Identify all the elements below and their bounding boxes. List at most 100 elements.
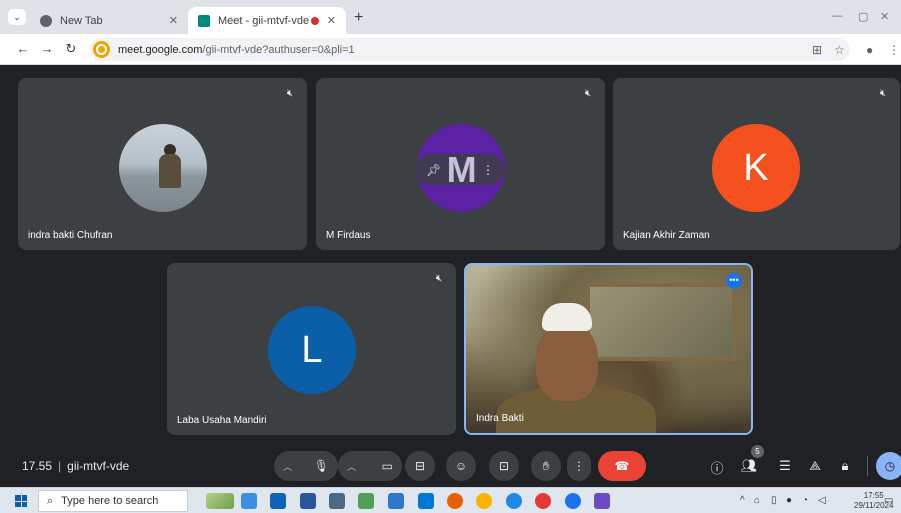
minimize-icon[interactable]: — [832, 10, 843, 22]
present-button[interactable]: ⊡ [489, 451, 519, 481]
control-divider [867, 456, 868, 476]
more-options-button[interactable]: ⋮ [567, 451, 591, 481]
edge-icon[interactable] [506, 493, 522, 509]
tab-meet[interactable]: Meet - gii-mtvf-vde ✕ [188, 7, 346, 34]
camera-video-feed [466, 265, 751, 433]
tray-overflow-icon[interactable]: ^ [740, 495, 745, 506]
participant-tile-indra-bakti-chufran[interactable]: 🔇︎ indra bakti Chufran [18, 78, 307, 250]
bookmark-star-icon[interactable]: ☆ [834, 43, 845, 57]
word-icon[interactable] [300, 493, 316, 509]
tile-more-options-icon[interactable]: ••• [726, 273, 742, 289]
avatar-initial-letter: L [301, 328, 323, 371]
leave-call-button[interactable]: ☎︎ [598, 451, 646, 481]
participant-tile-indra-bakti-video[interactable]: ••• Indra Bakti [464, 263, 753, 435]
hand-icon: ✋︎ [542, 458, 550, 473]
close-window-icon[interactable]: ✕ [880, 10, 889, 23]
volume-tray-icon[interactable]: ◁ [818, 495, 826, 506]
taskbar-search[interactable]: ⌕ [38, 490, 188, 512]
camera-app-icon[interactable] [329, 493, 345, 509]
photos-icon[interactable] [358, 493, 374, 509]
opera-icon[interactable] [535, 493, 551, 509]
avatar-initial: K [712, 124, 800, 212]
firefox-icon[interactable] [447, 493, 463, 509]
more-options-icon[interactable]: ⋮ [482, 163, 494, 177]
wifi-tray-icon[interactable]: ◔ [802, 495, 808, 506]
host-controls-icon[interactable]: 🔒︎ [836, 458, 854, 474]
weather-widget-icon[interactable] [206, 493, 234, 509]
forward-icon[interactable]: → [38, 41, 56, 56]
avatar-initial: L [268, 306, 356, 394]
app-pinned-icon[interactable] [594, 493, 610, 509]
mic-off-icon: 🔇︎ [584, 88, 592, 99]
outlook-icon[interactable] [418, 493, 434, 509]
tab-new-tab[interactable]: New Tab ✕ [30, 7, 188, 34]
file-explorer-icon[interactable] [388, 493, 404, 509]
participant-name: M Firdaus [326, 230, 371, 241]
raise-hand-button[interactable]: ✋︎ [531, 451, 561, 481]
meeting-time: 17.55 [22, 459, 53, 473]
avatar-photo [119, 124, 207, 212]
recording-indicator-icon [310, 16, 319, 25]
pin-icon[interactable]: 📌︎ [426, 163, 441, 177]
address-bar[interactable]: meet.google.com/gii-mtvf-vde?authuser=0&… [90, 38, 850, 61]
activities-icon[interactable]: ⟁ [806, 458, 824, 474]
mic-off-icon: 🔇︎ [286, 88, 294, 99]
present-screen-icon: ⊡ [498, 459, 510, 473]
separator: | [58, 459, 62, 473]
meeting-control-bar: 17.55 | gii-mtvf-vde ︿ 🎙︎ ︿ ▭ ⊟ ☺ ⊡ ✋︎ ⋮ ☎… [0, 445, 901, 482]
windows-start-icon[interactable] [15, 495, 27, 507]
close-tab-icon[interactable]: ✕ [327, 14, 336, 27]
mic-tray-icon[interactable]: ● [786, 495, 792, 506]
camera-icon[interactable]: ▭ [382, 459, 393, 473]
maximize-icon[interactable]: ▢ [858, 10, 868, 23]
avatar-initial-letter: K [743, 146, 769, 189]
participant-tile-m-firdaus[interactable]: 📌︎ M ⋮ 🔇︎ M Firdaus [316, 78, 605, 250]
back-icon[interactable]: ← [14, 41, 32, 56]
store-icon[interactable] [270, 493, 286, 509]
participant-tile-kajian-akhir-zaman[interactable]: K 🔇︎ Kajian Akhir Zaman [613, 78, 900, 250]
menu-kebab-icon[interactable]: ⋮ [888, 43, 900, 57]
captions-button[interactable]: ⊟ [405, 451, 435, 481]
tab-search-icon[interactable]: ⌄ [8, 9, 26, 25]
url-host: meet.google.com [118, 43, 203, 56]
microphone-icon[interactable]: 🎙︎ [314, 459, 329, 473]
site-info-icon[interactable] [93, 41, 110, 58]
browser-toolbar: ← → ↻ meet.google.com/gii-mtvf-vde?authu… [0, 34, 901, 65]
tab-title: Meet - gii-mtvf-vde [218, 14, 310, 27]
reload-icon[interactable]: ↻ [62, 41, 80, 57]
network-tray-icon[interactable]: ⌂ [754, 495, 760, 506]
video-person-cap [542, 303, 592, 331]
timer-button[interactable]: ◷ [876, 452, 901, 480]
chrome-taskbar-icon[interactable] [476, 493, 492, 509]
tile-hover-controls[interactable]: 📌︎ M ⋮ [416, 149, 504, 190]
reactions-button[interactable]: ☺ [446, 451, 476, 481]
copilot-icon[interactable] [241, 493, 257, 509]
meet-icon [198, 14, 210, 27]
chrome-active-icon[interactable] [565, 493, 581, 509]
participant-tile-laba-usaha-mandiri[interactable]: L 🔇︎ Laba Usaha Mandiri [167, 263, 456, 435]
chrome-icon [40, 14, 52, 27]
photo-person-body [159, 154, 181, 188]
people-icon[interactable]: 👥︎ [740, 458, 758, 474]
windows-taskbar: ⌕ ^ ⌂ ▯ ● ◔ ◁ 17:55 29/11/2024 ▭ [0, 487, 901, 513]
notifications-icon[interactable]: ▭ [884, 495, 893, 506]
video-settings-chevron-icon[interactable]: ︿ [347, 460, 356, 473]
chat-icon[interactable]: ☰ [776, 458, 794, 474]
meeting-details: 17.55 | gii-mtvf-vde [22, 459, 129, 473]
taskbar-search-input[interactable] [61, 495, 172, 507]
participant-name: indra bakti Chufran [28, 230, 113, 241]
meeting-stage: 🔇︎ indra bakti Chufran 📌︎ M ⋮ 🔇︎ M Firda… [0, 66, 901, 450]
meeting-info-icon[interactable]: ⓘ [708, 458, 726, 477]
search-icon: ⌕ [47, 494, 54, 507]
new-tab-button[interactable]: + [354, 9, 363, 27]
battery-tray-icon[interactable]: ▯ [771, 495, 777, 506]
camera-control[interactable]: ︿ ▭ [338, 451, 402, 481]
audio-settings-chevron-icon[interactable]: ︿ [283, 460, 292, 473]
microphone-control[interactable]: ︿ 🎙︎ [274, 451, 338, 481]
browser-tab-strip: ⌄ New Tab ✕ Meet - gii-mtvf-vde ✕ + — ▢ … [0, 0, 901, 34]
close-tab-icon[interactable]: ✕ [169, 14, 178, 27]
mic-off-icon: 🔇︎ [879, 88, 887, 99]
timer-icon: ◷ [884, 459, 896, 473]
translate-icon[interactable]: ⊞ [812, 43, 822, 57]
profile-icon[interactable]: ● [866, 43, 873, 57]
